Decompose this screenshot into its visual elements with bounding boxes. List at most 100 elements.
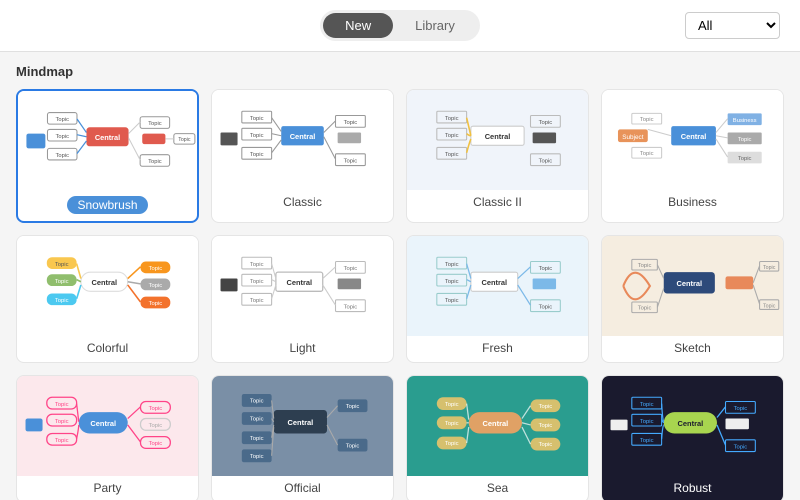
card-robust[interactable]: Central Topic Topic Topic Topic Topic: [601, 375, 784, 500]
svg-text:Topic: Topic: [55, 419, 69, 425]
card-fresh-label: Fresh: [407, 336, 588, 362]
svg-text:Topic: Topic: [346, 443, 360, 449]
svg-text:Central: Central: [681, 132, 707, 141]
svg-text:Central: Central: [90, 419, 116, 428]
svg-text:Topic: Topic: [250, 454, 264, 460]
card-classic[interactable]: Central Topic Topic Topic Topic Topic: [211, 89, 394, 223]
svg-text:Topic: Topic: [149, 406, 163, 412]
svg-text:Topic: Topic: [55, 402, 69, 408]
svg-text:Topic: Topic: [250, 133, 264, 139]
card-classic2[interactable]: Central Topic Topic Topic Topic Topic: [406, 89, 589, 223]
svg-text:Topic: Topic: [55, 134, 69, 140]
card-light-label: Light: [212, 336, 393, 362]
svg-text:Topic: Topic: [445, 133, 459, 139]
svg-text:Topic: Topic: [640, 117, 654, 123]
svg-text:Topic: Topic: [539, 404, 553, 410]
card-colorful[interactable]: Central Topic Topic Topic Topic Topic To…: [16, 235, 199, 363]
card-robust-label: Robust: [602, 476, 783, 500]
svg-text:Topic: Topic: [763, 265, 776, 271]
card-fresh[interactable]: Central Topic Topic Topic Topic Topic: [406, 235, 589, 363]
svg-text:Topic: Topic: [149, 266, 163, 272]
content-area: Mindmap Central Topic Topic: [0, 52, 800, 500]
svg-text:Topic: Topic: [55, 279, 69, 285]
svg-text:Topic: Topic: [539, 120, 553, 126]
svg-text:Topic: Topic: [763, 303, 776, 309]
svg-text:Topic: Topic: [445, 279, 459, 285]
template-grid: Central Topic Topic Topic Topic Topic To…: [16, 89, 784, 500]
svg-text:Topic: Topic: [539, 423, 553, 429]
card-snowbrush[interactable]: Central Topic Topic Topic Topic Topic To…: [16, 89, 199, 223]
svg-text:Central: Central: [481, 278, 507, 287]
card-colorful-label: Colorful: [17, 336, 198, 362]
svg-text:Topic: Topic: [250, 152, 264, 158]
svg-text:Topic: Topic: [445, 441, 459, 447]
card-party[interactable]: Central Topic Topic Topic Topic Topic To…: [16, 375, 199, 500]
svg-text:Topic: Topic: [55, 117, 69, 123]
tab-new[interactable]: New: [323, 13, 393, 38]
svg-text:Topic: Topic: [738, 137, 752, 143]
svg-text:Topic: Topic: [250, 298, 264, 304]
svg-text:Central: Central: [485, 132, 511, 141]
svg-text:Topic: Topic: [445, 152, 459, 158]
svg-text:Central: Central: [91, 278, 117, 287]
svg-text:Topic: Topic: [344, 304, 358, 310]
card-sketch-label: Sketch: [602, 336, 783, 362]
svg-text:Topic: Topic: [738, 156, 752, 162]
svg-text:Topic: Topic: [250, 262, 264, 268]
card-official-label: Official: [212, 476, 393, 500]
card-sea-label: Sea: [407, 476, 588, 500]
svg-text:Topic: Topic: [344, 266, 358, 272]
svg-text:Topic: Topic: [178, 137, 191, 143]
top-bar: New Library All Mindmap Flowchart Other: [0, 0, 800, 52]
svg-text:Topic: Topic: [250, 116, 264, 122]
svg-text:Topic: Topic: [539, 304, 553, 310]
svg-text:Topic: Topic: [149, 301, 163, 307]
svg-text:Topic: Topic: [640, 151, 654, 157]
card-classic-label: Classic: [212, 190, 393, 216]
svg-text:Topic: Topic: [55, 438, 69, 444]
card-party-label: Party: [17, 476, 198, 500]
svg-text:Topic: Topic: [445, 421, 459, 427]
svg-text:Topic: Topic: [539, 266, 553, 272]
tab-group: New Library: [320, 10, 480, 41]
svg-text:Topic: Topic: [445, 116, 459, 122]
card-sketch[interactable]: Central Topic Topic Topic Topic: [601, 235, 784, 363]
svg-text:Topic: Topic: [346, 404, 360, 410]
svg-text:Central: Central: [678, 419, 704, 428]
svg-text:Topic: Topic: [445, 402, 459, 408]
svg-text:Topic: Topic: [250, 279, 264, 285]
svg-text:Topic: Topic: [148, 121, 162, 127]
svg-text:Topic: Topic: [344, 120, 358, 126]
svg-text:Topic: Topic: [55, 262, 69, 268]
svg-text:Topic: Topic: [539, 158, 553, 164]
svg-text:Topic: Topic: [640, 402, 654, 408]
tab-library[interactable]: Library: [393, 13, 477, 38]
svg-text:Central: Central: [483, 419, 509, 428]
svg-text:Topic: Topic: [640, 438, 654, 444]
svg-text:Topic: Topic: [344, 158, 358, 164]
svg-text:Central: Central: [290, 132, 316, 141]
svg-text:Topic: Topic: [55, 153, 69, 159]
svg-text:Topic: Topic: [539, 442, 553, 448]
svg-text:Topic: Topic: [148, 159, 162, 165]
svg-text:Topic: Topic: [250, 417, 264, 423]
section-title: Mindmap: [16, 64, 784, 79]
svg-text:Central: Central: [288, 418, 314, 427]
svg-text:Central: Central: [95, 133, 120, 142]
svg-text:Topic: Topic: [734, 444, 748, 450]
svg-text:Topic: Topic: [149, 423, 163, 429]
svg-text:Topic: Topic: [445, 262, 459, 268]
svg-text:Central: Central: [676, 279, 702, 288]
svg-text:Topic: Topic: [55, 298, 69, 304]
card-business[interactable]: Central Subject Business Topic Topic Top…: [601, 89, 784, 223]
filter-select[interactable]: All Mindmap Flowchart Other: [685, 12, 780, 39]
svg-text:Topic: Topic: [149, 283, 163, 289]
card-light[interactable]: Central Topic Topic Topic Topic Topic: [211, 235, 394, 363]
svg-text:Topic: Topic: [149, 441, 163, 447]
card-sea[interactable]: Central Topic Topic Topic Topic Topic To…: [406, 375, 589, 500]
svg-text:Business: Business: [733, 118, 757, 124]
card-official[interactable]: Central Topic Topic Topic Topic Topic To…: [211, 375, 394, 500]
svg-text:Subject: Subject: [622, 134, 643, 141]
card-snowbrush-label: Snowbrush: [18, 191, 197, 221]
card-classic2-label: Classic II: [407, 190, 588, 216]
